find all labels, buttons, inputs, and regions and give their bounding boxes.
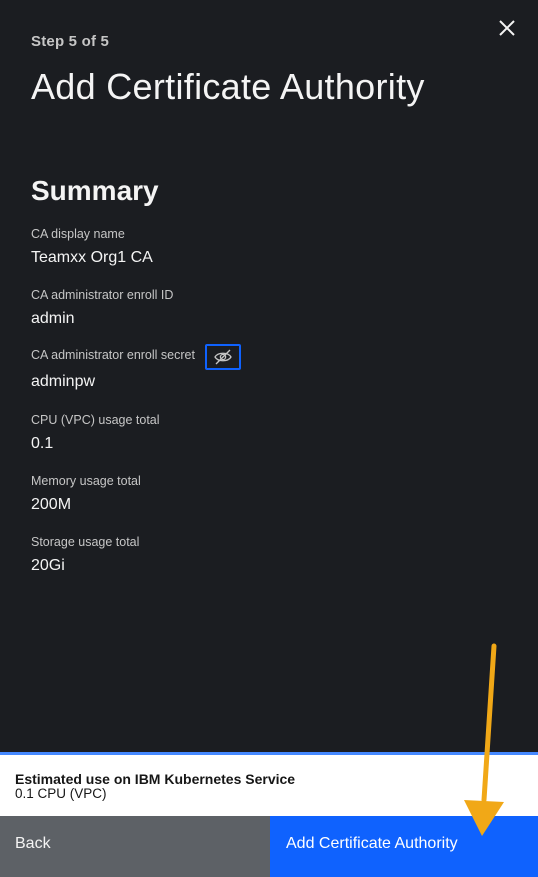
storage-usage-value: 20Gi	[31, 557, 65, 574]
cpu-usage-value: 0.1	[31, 435, 54, 452]
step-indicator: Step 5 of 5	[31, 33, 110, 50]
enroll-secret-value: adminpw	[31, 373, 96, 390]
close-button[interactable]	[494, 15, 520, 41]
enroll-id-label: CA administrator enroll ID	[31, 288, 174, 302]
estimate-title: Estimated use on IBM Kubernetes Service	[15, 771, 296, 787]
memory-usage-value: 200M	[31, 496, 72, 513]
summary-heading: Summary	[31, 175, 159, 206]
estimate-value: 0.1 CPU (VPC)	[15, 786, 107, 801]
back-button[interactable]: Back	[0, 816, 270, 877]
page-title: Add Certificate Authority	[31, 66, 425, 107]
ca-display-name-value: Teamxx Org1 CA	[31, 249, 153, 266]
cpu-usage-label: CPU (VPC) usage total	[31, 413, 160, 427]
ca-display-name-label: CA display name	[31, 227, 125, 241]
enroll-id-value: admin	[31, 310, 75, 327]
add-certificate-authority-button[interactable]: Add Certificate Authority	[270, 816, 538, 877]
eye-off-icon	[214, 349, 232, 365]
side-panel: Step 5 of 5 Add Certificate Authority Su…	[0, 0, 538, 752]
storage-usage-label: Storage usage total	[31, 535, 140, 549]
close-icon	[499, 20, 515, 36]
enroll-secret-label: CA administrator enroll secret	[31, 348, 195, 362]
memory-usage-label: Memory usage total	[31, 474, 141, 488]
usage-estimate: Estimated use on IBM Kubernetes Service …	[0, 755, 538, 816]
toggle-secret-visibility-button[interactable]	[205, 344, 241, 370]
